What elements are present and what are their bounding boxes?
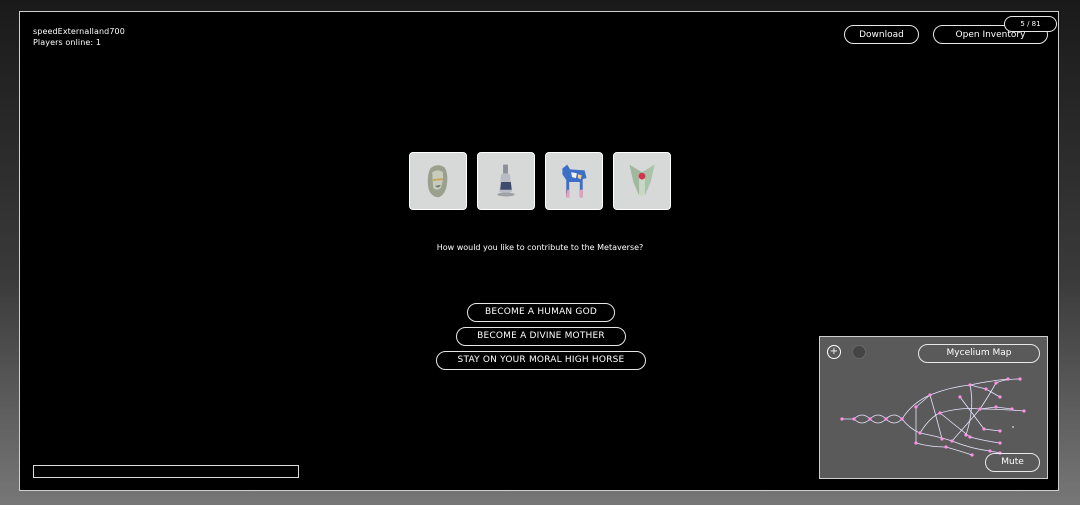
- item-tile-4[interactable]: [613, 152, 671, 210]
- username: speedExternalland700: [33, 27, 125, 36]
- players-online-text: Players online: 1: [33, 38, 102, 47]
- bottle-icon: [497, 164, 515, 197]
- choice-moral-high-horse-button[interactable]: STAY ON YOUR MORAL HIGH HORSE: [436, 351, 646, 370]
- download-button[interactable]: Download: [844, 25, 919, 44]
- progress-bar: [33, 465, 299, 478]
- graph-dot: [1012, 426, 1014, 428]
- mycelium-map-panel: + Mycelium Map Mute: [819, 336, 1048, 479]
- item-tile-1[interactable]: [409, 152, 467, 210]
- winged-figure-icon: [629, 164, 655, 196]
- user-info: speedExternalland700 Players online: 1: [33, 26, 125, 48]
- rock-statue-icon: [427, 165, 448, 198]
- graph-edges: [842, 378, 1025, 456]
- horse-statue-icon: [562, 164, 587, 198]
- game-viewport: speedExternalland700 Players online: 1 D…: [19, 11, 1059, 491]
- question-text: How would you like to contribute to the …: [436, 243, 644, 252]
- item-counter-badge: 5 / 81: [1004, 16, 1057, 32]
- choice-divine-mother-button[interactable]: BECOME A DIVINE MOTHER: [456, 327, 626, 346]
- item-tile-2[interactable]: [477, 152, 535, 210]
- choice-human-god-button[interactable]: BECOME A HUMAN GOD: [467, 303, 615, 322]
- mute-button[interactable]: Mute: [985, 453, 1040, 472]
- item-tile-3[interactable]: [545, 152, 603, 210]
